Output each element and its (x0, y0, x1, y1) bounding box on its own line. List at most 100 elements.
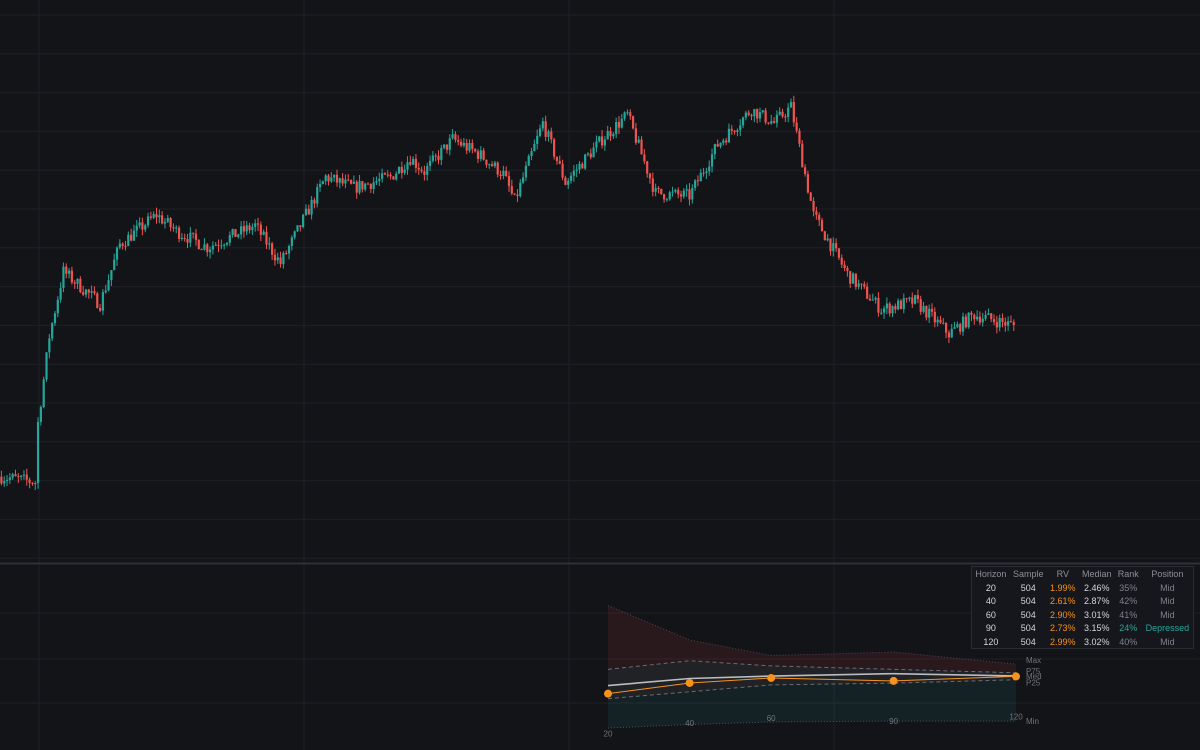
candle-body (550, 131, 553, 140)
candle-body (440, 147, 443, 160)
candle-body (569, 175, 573, 181)
candle (730, 125, 733, 135)
candle (939, 315, 942, 324)
candle (970, 310, 973, 322)
candle (392, 175, 395, 180)
candle-body (310, 199, 313, 215)
cell-horizon: 120 (983, 636, 999, 647)
candle-body (882, 308, 886, 313)
cell-rank: 40% (1119, 636, 1138, 647)
candle (564, 175, 567, 186)
candle (696, 175, 700, 187)
candle-body (304, 208, 308, 215)
candle-body (189, 232, 192, 243)
candle (313, 197, 316, 209)
candlestick-series[interactable] (0, 95, 1015, 490)
candle (761, 109, 764, 114)
candle (555, 156, 559, 165)
candle-body (674, 189, 677, 192)
candle-body (0, 476, 3, 484)
candle-body (194, 233, 198, 240)
candle (45, 352, 48, 382)
candle-body (598, 136, 601, 142)
candle (682, 188, 685, 199)
candle (22, 470, 26, 480)
candle-body (82, 292, 85, 295)
candle-body (730, 128, 733, 131)
candle (172, 223, 175, 232)
candle (20, 474, 23, 481)
candle-body (741, 117, 745, 126)
candle-body (146, 216, 150, 226)
candle-body (643, 154, 646, 162)
candle-body (984, 314, 987, 319)
cell-position: Mid (1160, 582, 1175, 593)
candle-body (366, 183, 370, 185)
candle (981, 312, 984, 327)
candle (584, 153, 587, 171)
candle (34, 481, 37, 490)
candle-body (967, 312, 970, 328)
candle-body (73, 282, 76, 284)
candle (426, 162, 429, 181)
candle (113, 253, 116, 271)
candle (39, 405, 42, 426)
candle-body (930, 308, 934, 312)
candle-body (623, 112, 626, 119)
candle (417, 162, 420, 175)
candle (837, 247, 841, 261)
candle-body (846, 267, 849, 272)
candle-body (795, 122, 798, 131)
candle-body (874, 297, 877, 300)
cell-median: 3.02% (1083, 636, 1110, 647)
candle (840, 254, 843, 268)
cone-x-tick: 20 (604, 730, 613, 739)
candle-body (341, 178, 344, 184)
candle-body (431, 155, 434, 161)
candle-body (663, 194, 666, 200)
cell-sample: 504 (1020, 596, 1036, 607)
candle-body (527, 156, 530, 166)
candle-body (648, 173, 652, 179)
candle-body (719, 142, 722, 147)
candle-body (412, 158, 415, 165)
candle-body (584, 154, 587, 169)
candle-body (392, 176, 395, 180)
candle-body (1001, 317, 1004, 322)
candle-body (110, 270, 113, 281)
candle (854, 273, 857, 290)
candle-body (685, 189, 688, 191)
candle (928, 304, 931, 323)
candle-body (823, 231, 826, 241)
candle-body (696, 180, 700, 182)
candle (5, 475, 9, 486)
candle (733, 129, 736, 135)
candle-body (172, 227, 175, 229)
candle-body (135, 225, 138, 231)
candle-body (953, 327, 956, 329)
candle-body (11, 474, 14, 478)
candle-body (372, 182, 375, 189)
candle-body (335, 174, 339, 183)
candle-body (688, 189, 691, 200)
candle-body (420, 169, 423, 172)
candle-body (510, 186, 513, 194)
candle-body (400, 167, 403, 173)
candle (990, 312, 993, 323)
candle (764, 107, 767, 125)
candle (372, 177, 375, 194)
candle (688, 183, 691, 206)
candle (76, 278, 79, 290)
candle (575, 164, 578, 178)
candle-body (959, 324, 962, 332)
candle-body (451, 134, 454, 139)
candle-body (254, 223, 257, 227)
candle-body (682, 190, 685, 197)
candle (194, 228, 198, 246)
candle (214, 242, 217, 247)
candle (8, 473, 11, 485)
candle (28, 477, 31, 489)
candle (705, 167, 708, 180)
candle (541, 117, 544, 132)
candle-body (443, 144, 446, 148)
